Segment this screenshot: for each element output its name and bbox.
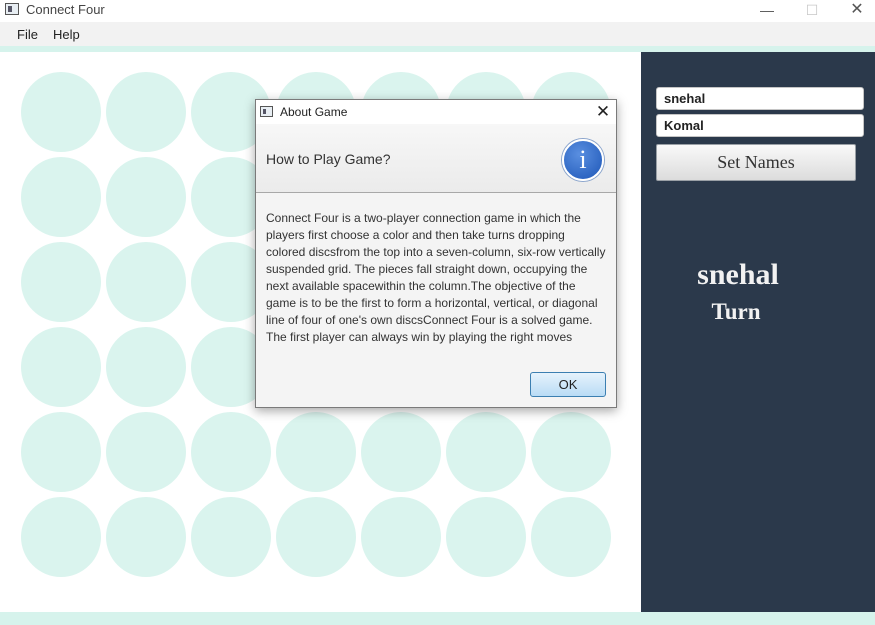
board-slot[interactable] (21, 327, 101, 407)
window-title: Connect Four (26, 2, 105, 17)
board-slot[interactable] (21, 497, 101, 577)
about-dialog: About Game ✕ How to Play Game? i Connect… (255, 99, 617, 408)
menu-help[interactable]: Help (53, 27, 80, 42)
ok-button[interactable]: OK (530, 372, 606, 397)
board-slot[interactable] (531, 412, 611, 492)
board-slot[interactable] (531, 497, 611, 577)
minimize-icon[interactable]: — (745, 0, 789, 20)
board-slot[interactable] (276, 497, 356, 577)
close-window-icon[interactable]: ✕ (835, 0, 875, 20)
dialog-titlebar: About Game ✕ (256, 100, 616, 124)
board-slot[interactable] (106, 157, 186, 237)
board-slot[interactable] (191, 497, 271, 577)
maximize-icon[interactable]: ☐ (790, 0, 834, 20)
player1-name-input[interactable] (656, 87, 864, 110)
info-icon: i (562, 139, 604, 181)
dialog-app-icon (260, 106, 273, 117)
board-slot[interactable] (361, 497, 441, 577)
board-slot[interactable] (106, 412, 186, 492)
board-slot[interactable] (446, 497, 526, 577)
board-slot[interactable] (21, 412, 101, 492)
player2-name-input[interactable] (656, 114, 864, 137)
dialog-title: About Game (280, 105, 348, 119)
menu-bar: File Help (0, 22, 875, 46)
board-slot[interactable] (21, 157, 101, 237)
dialog-heading: How to Play Game? (266, 151, 391, 167)
board-slot[interactable] (361, 412, 441, 492)
board-slot[interactable] (106, 497, 186, 577)
board-slot[interactable] (106, 242, 186, 322)
dialog-body-text: Connect Four is a two-player connection … (266, 211, 606, 344)
set-names-button[interactable]: Set Names (656, 144, 856, 181)
dialog-header: How to Play Game? i (256, 124, 616, 193)
player-sidebar: Set Names snehal Turn (641, 52, 875, 612)
board-slot[interactable] (21, 72, 101, 152)
board-slot[interactable] (276, 412, 356, 492)
board-slot[interactable] (106, 72, 186, 152)
current-player-name: snehal (697, 258, 779, 291)
menu-file[interactable]: File (17, 27, 38, 42)
window-titlebar: Connect Four — ☐ ✕ (0, 0, 875, 22)
bottom-accent-strip (0, 612, 875, 625)
board-slot[interactable] (106, 327, 186, 407)
board-slot[interactable] (191, 412, 271, 492)
board-slot[interactable] (446, 412, 526, 492)
turn-label: Turn (711, 299, 761, 324)
dialog-close-icon[interactable]: ✕ (592, 101, 614, 123)
app-icon (5, 3, 19, 15)
board-slot[interactable] (21, 242, 101, 322)
